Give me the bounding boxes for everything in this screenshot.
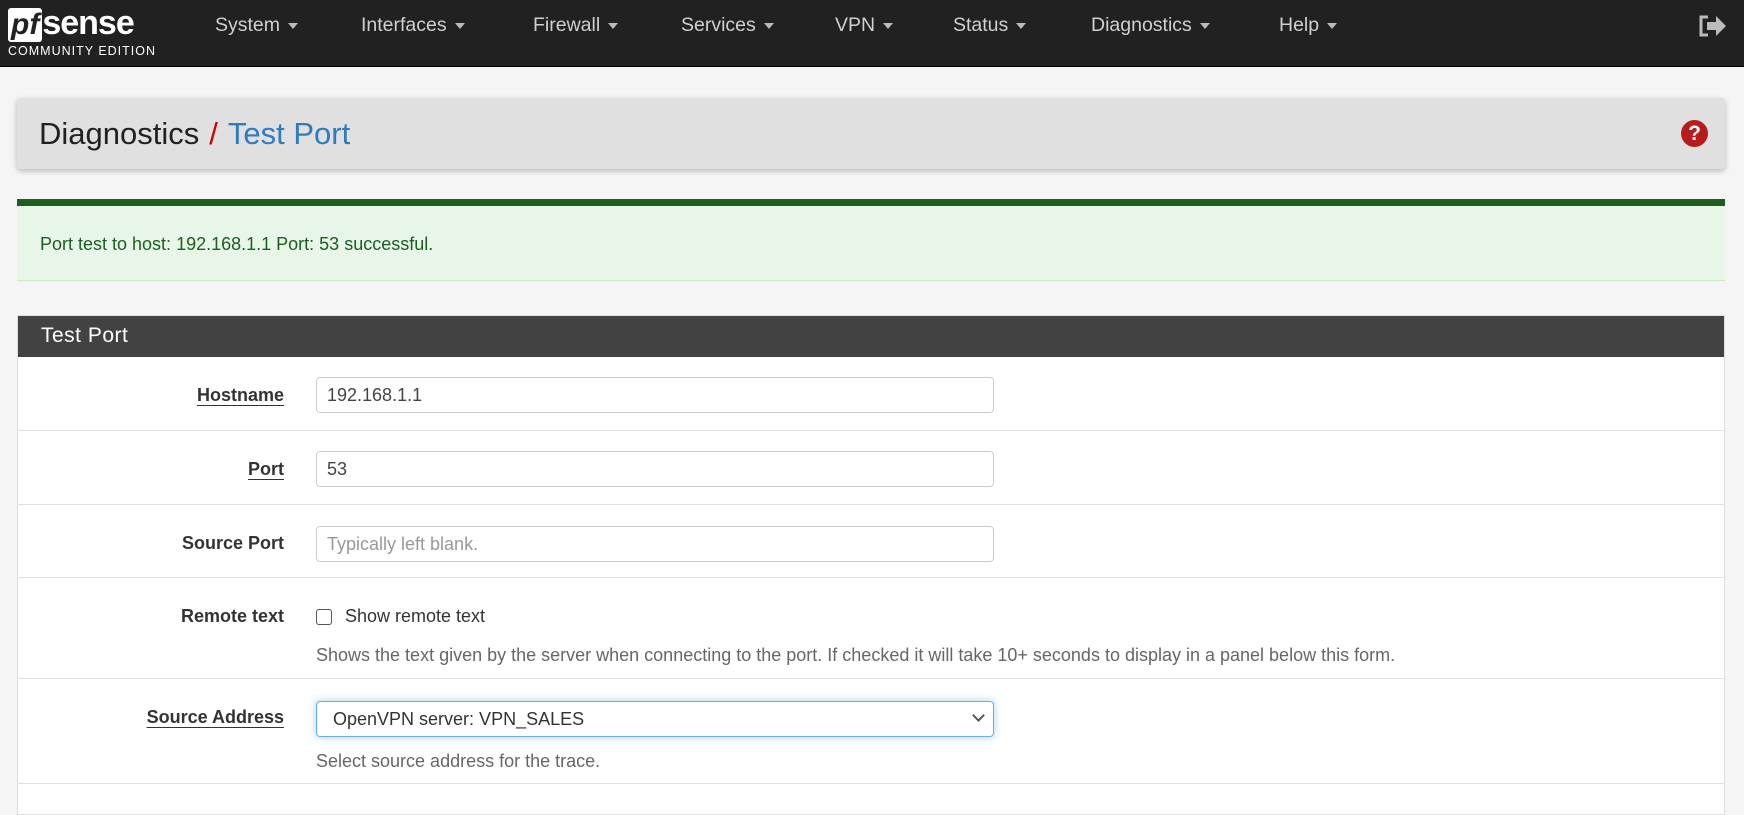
nav-label: Interfaces [361, 14, 447, 36]
pfsense-logo[interactable]: pfsense COMMUNITY EDITION [8, 6, 156, 58]
navbar: pfsense COMMUNITY EDITION System Interfa… [0, 0, 1744, 67]
nav-diagnostics[interactable]: Diagnostics [1091, 14, 1210, 37]
chevron-down-icon [972, 709, 985, 722]
source-address-value: OpenVPN server: VPN_SALES [333, 709, 585, 729]
remote-text-row: Remote text Show remote text Shows the t… [18, 578, 1724, 679]
nav-label: Help [1279, 14, 1320, 36]
hostname-label: Hostname [196, 385, 284, 405]
nav-label: Diagnostics [1091, 14, 1192, 36]
logo-pf: pf [8, 8, 43, 42]
breadcrumb-section[interactable]: Diagnostics [39, 116, 199, 151]
success-alert: Port test to host: 192.168.1.1 Port: 53 … [17, 199, 1725, 281]
test-port-panel: Test Port Hostname Port Source Port Remo… [17, 315, 1725, 815]
page-header: Diagnostics / Test Port ? [17, 98, 1725, 169]
nav-interfaces[interactable]: Interfaces [361, 14, 465, 37]
caret-down-icon [454, 22, 465, 29]
source-port-input[interactable] [316, 526, 994, 562]
page-title[interactable]: Test Port [228, 116, 350, 151]
source-address-row: Source Address OpenVPN server: VPN_SALES… [18, 679, 1724, 784]
show-remote-text-label[interactable]: Show remote text [345, 606, 485, 627]
remote-text-label: Remote text [180, 606, 284, 626]
caret-down-icon [288, 22, 299, 29]
source-port-row: Source Port [18, 505, 1724, 578]
nav-label: Status [953, 14, 1009, 36]
alert-message: Port test to host: 192.168.1.1 Port: 53 … [40, 234, 434, 254]
nav-vpn[interactable]: VPN [835, 14, 894, 37]
logo-sense: sense [42, 4, 134, 42]
nav-help[interactable]: Help [1279, 14, 1338, 37]
nav-label: System [215, 14, 281, 36]
logo-edition: COMMUNITY EDITION [8, 44, 157, 58]
logout-icon[interactable] [1698, 14, 1728, 38]
help-icon[interactable]: ? [1681, 120, 1708, 147]
nav-label: Services [681, 14, 756, 36]
port-input[interactable] [316, 451, 994, 487]
caret-down-icon [763, 22, 774, 29]
nav-firewall[interactable]: Firewall [533, 14, 619, 37]
nav-system[interactable]: System [215, 14, 299, 37]
show-remote-text-checkbox[interactable] [316, 609, 332, 625]
caret-down-icon [608, 22, 619, 29]
nav-label: VPN [835, 14, 876, 36]
caret-down-icon [883, 22, 894, 29]
caret-down-icon [1016, 22, 1027, 29]
source-address-select[interactable]: OpenVPN server: VPN_SALES [316, 701, 994, 737]
source-port-label: Source Port [181, 533, 284, 553]
source-address-label: Source Address [146, 707, 284, 727]
port-row: Port [18, 431, 1724, 505]
hostname-row: Hostname [18, 357, 1724, 431]
nav-label: Firewall [533, 14, 601, 36]
caret-down-icon [1199, 22, 1210, 29]
caret-down-icon [1327, 22, 1338, 29]
panel-title: Test Port [18, 316, 1724, 357]
nav-status[interactable]: Status [953, 14, 1027, 37]
hostname-input[interactable] [316, 377, 994, 413]
source-address-help: Select source address for the trace. [316, 751, 601, 771]
port-label: Port [248, 459, 284, 479]
remote-text-help: Shows the text given by the server when … [316, 645, 1396, 665]
breadcrumb: Diagnostics / Test Port [39, 116, 350, 152]
nav-services[interactable]: Services [681, 14, 774, 37]
breadcrumb-separator: / [209, 116, 218, 151]
